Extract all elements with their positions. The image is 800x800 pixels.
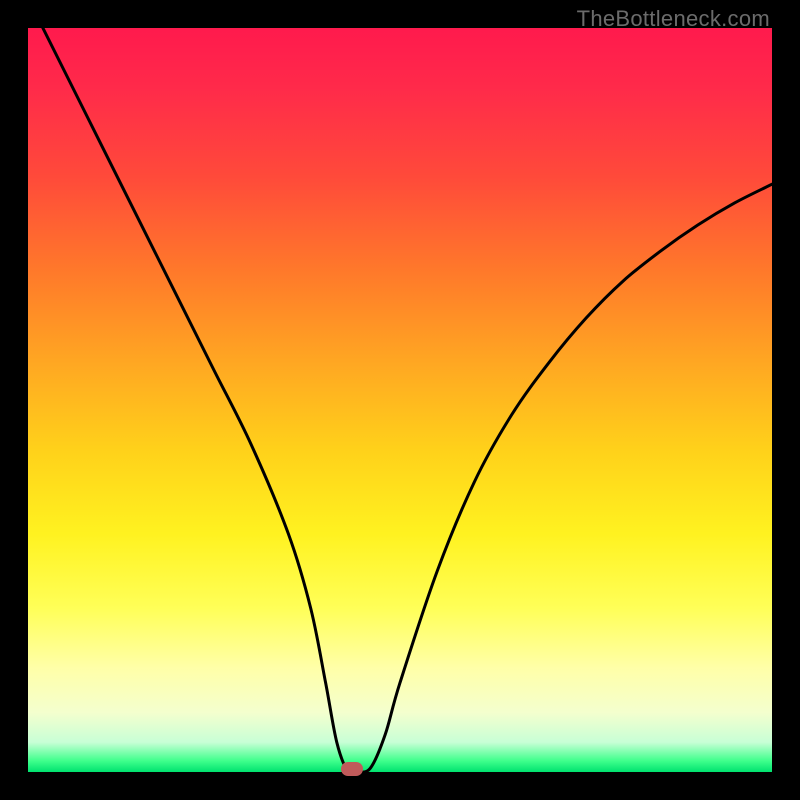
bottleneck-chart: TheBottleneck.com xyxy=(0,0,800,800)
plot-area xyxy=(28,28,772,772)
bottleneck-curve-path xyxy=(43,28,772,772)
watermark-text: TheBottleneck.com xyxy=(577,6,770,32)
optimal-point-marker xyxy=(341,762,363,776)
curve-svg xyxy=(28,28,772,772)
